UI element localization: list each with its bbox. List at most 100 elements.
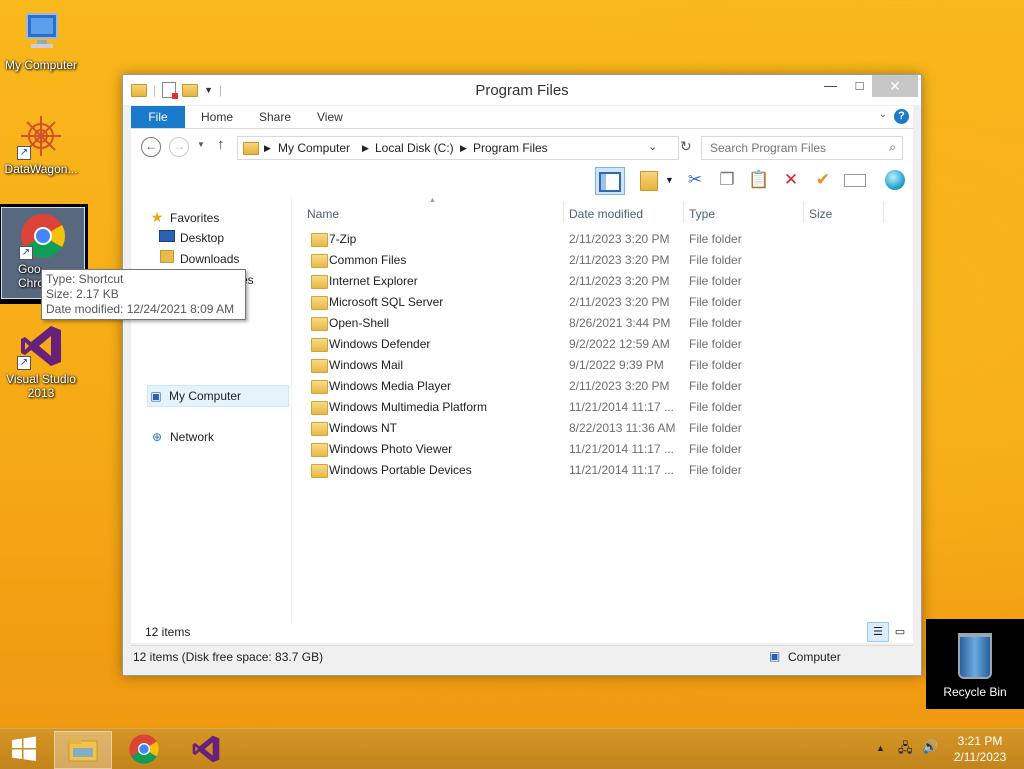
file-row[interactable]: 7-Zip 2/11/2023 3:20 PM File folder — [301, 229, 913, 250]
search-box[interactable]: ⌕ — [701, 136, 903, 160]
file-row[interactable]: Windows NT 8/22/2013 11:36 AM File folder — [301, 418, 913, 439]
maximize-button[interactable]: □ — [845, 75, 874, 97]
visual-studio-icon: ↗ — [17, 322, 65, 370]
system-clock[interactable]: 3:21 PM 2/11/2023 — [940, 733, 1020, 765]
large-icons-view-button[interactable]: ▭ — [889, 622, 911, 642]
taskbar-file-explorer[interactable] — [54, 731, 112, 769]
file-row[interactable]: Windows Media Player 2/11/2023 3:20 PM Fil… — [301, 376, 913, 397]
clock-time: 3:21 PM — [957, 734, 1003, 748]
file-row[interactable]: Common Files 2/11/2023 3:20 PM File folder — [301, 250, 913, 271]
breadcrumb-local-disk[interactable]: Local Disk (C:) — [375, 141, 454, 155]
file-row[interactable]: Open-Shell 8/26/2021 3:44 PM File folder — [301, 313, 913, 334]
downloads-icon — [159, 249, 175, 269]
tooltip-size: Size: 2.17 KB — [46, 287, 119, 301]
desktop-icon-my-computer[interactable]: My Computer — [0, 8, 82, 72]
file-row[interactable]: Microsoft SQL Server 2/11/2023 3:20 PM Fil… — [301, 292, 913, 313]
properties-globe-icon[interactable] — [881, 167, 909, 193]
file-row[interactable]: Windows Portable Devices 11/21/2014 11:17… — [301, 460, 913, 481]
address-bar[interactable]: ▶ My Computer ▶ Local Disk (C:) ▶ Progra… — [237, 136, 679, 160]
search-input[interactable] — [708, 140, 882, 156]
folder-icon — [311, 317, 328, 331]
file-row[interactable]: Windows Mail 9/1/2022 9:39 PM File folder — [301, 355, 913, 376]
up-button[interactable]: ↑ — [217, 136, 225, 153]
folder-icon — [311, 422, 328, 436]
file-row[interactable]: Windows Multimedia Platform 11/21/2014 11… — [301, 397, 913, 418]
status-bar: 12 items (Disk free space: 83.7 GB) ▣ Co… — [131, 645, 913, 668]
folder-icon — [311, 380, 328, 394]
tab-home[interactable]: Home — [201, 106, 233, 128]
datawagon-logo-icon: ↗ — [17, 112, 65, 160]
desktop-icon-label: Visual Studio 2013 — [6, 372, 76, 400]
expand-ribbon-icon[interactable]: ⌄ — [879, 109, 887, 120]
taskbar: ▲ 🖧 🔊 3:21 PM 2/11/2023 — [0, 728, 1024, 769]
folder-icon — [311, 401, 328, 415]
folder-icon — [311, 338, 328, 352]
refresh-button[interactable]: ↻ — [680, 138, 692, 155]
nav-network[interactable]: ⊕ Network — [149, 427, 214, 447]
windows-logo-icon — [12, 736, 36, 761]
start-button[interactable] — [0, 731, 48, 767]
preview-pane-button[interactable] — [595, 167, 625, 195]
column-header-date-modified[interactable]: Date modified — [569, 204, 643, 224]
address-dropdown-icon[interactable]: ⌄ — [648, 140, 657, 153]
minimize-button[interactable]: — — [816, 75, 845, 97]
recent-locations-icon[interactable]: ▼ — [197, 140, 205, 149]
view-dropdown-icon[interactable]: ▼ — [665, 175, 674, 185]
forward-button[interactable]: → — [169, 137, 189, 157]
shortcut-arrow-icon: ↗ — [19, 246, 33, 260]
breadcrumb-separator-icon: ▶ — [362, 143, 369, 153]
shortcut-arrow-icon: ↗ — [17, 146, 31, 160]
nav-downloads[interactable]: Downloads — [159, 249, 239, 269]
breadcrumb-separator-icon: ▶ — [460, 143, 467, 153]
nav-favorites[interactable]: ★ Favorites — [149, 207, 220, 227]
window-title: Program Files — [475, 82, 569, 99]
tab-file[interactable]: File — [131, 106, 185, 128]
nav-my-computer[interactable]: ▣ My Computer — [147, 385, 289, 407]
column-header-size[interactable]: Size — [809, 204, 832, 224]
close-button[interactable]: ✕ — [872, 75, 918, 97]
file-row[interactable]: Windows Defender 9/2/2022 12:59 AM File fo… — [301, 334, 913, 355]
folder-icon — [311, 275, 328, 289]
rename-icon[interactable] — [841, 167, 869, 193]
shortcut-tooltip: Type: Shortcut Size: 2.17 KB Date modifi… — [41, 269, 246, 320]
delete-icon[interactable]: ✕ — [777, 167, 805, 193]
recycle-bin-icon — [958, 633, 992, 679]
breadcrumb-my-computer[interactable]: My Computer — [278, 141, 350, 155]
show-hidden-icons-icon[interactable]: ▲ — [876, 743, 885, 753]
cut-icon[interactable]: ✂ — [681, 167, 709, 193]
nav-desktop[interactable]: Desktop — [159, 228, 224, 248]
title-bar[interactable]: | ▼ | Program Files — □ ✕ — [123, 75, 921, 105]
paste-icon[interactable]: 📋 — [745, 167, 773, 193]
taskbar-chrome[interactable] — [116, 731, 172, 767]
file-row[interactable]: Windows Photo Viewer 11/21/2014 11:17 ...… — [301, 439, 913, 460]
column-header-name[interactable]: Name — [307, 204, 339, 224]
desktop-icon-visual-studio[interactable]: ↗ Visual Studio 2013 — [0, 322, 82, 400]
network-status-icon[interactable]: 🖧 — [898, 739, 913, 761]
desktop-icon-label: My Computer — [4, 58, 78, 72]
select-folder-icon[interactable] — [635, 167, 663, 193]
status-text: 12 items (Disk free space: 83.7 GB) — [133, 650, 324, 664]
desktop-icon-datawagon[interactable]: ↗ DataWagon... — [0, 112, 82, 176]
tooltip-type: Type: Shortcut — [46, 272, 124, 286]
visual-studio-icon — [192, 735, 220, 763]
tab-share[interactable]: Share — [259, 106, 291, 128]
shortcut-arrow-icon: ↗ — [17, 356, 31, 370]
help-icon[interactable]: ? — [894, 109, 909, 124]
copy-icon[interactable]: ❐ — [713, 167, 741, 193]
apply-icon[interactable]: ✔ — [809, 167, 837, 193]
folder-icon — [311, 254, 328, 268]
file-list: ▲ Name Date modified Type Size 7-Zip 2/11… — [301, 197, 913, 643]
file-row[interactable]: Internet Explorer 2/11/2023 3:20 PM File f… — [301, 271, 913, 292]
details-view-button[interactable]: ☰ — [867, 622, 889, 642]
volume-icon[interactable]: 🔊 — [922, 739, 938, 755]
navigation-pane: ★Favorites Desktop Downloads ces ▣My Com… — [131, 197, 292, 643]
desktop-icon-recycle-bin[interactable]: Recycle Bin — [926, 619, 1024, 709]
search-icon[interactable]: ⌕ — [889, 140, 896, 155]
computer-icon — [17, 8, 65, 56]
back-button[interactable]: ← — [141, 137, 161, 157]
breadcrumb-program-files[interactable]: Program Files — [473, 141, 548, 155]
folder-icon — [311, 443, 328, 457]
column-header-type[interactable]: Type — [689, 204, 715, 224]
taskbar-visual-studio[interactable] — [178, 731, 234, 767]
tab-view[interactable]: View — [317, 106, 343, 128]
